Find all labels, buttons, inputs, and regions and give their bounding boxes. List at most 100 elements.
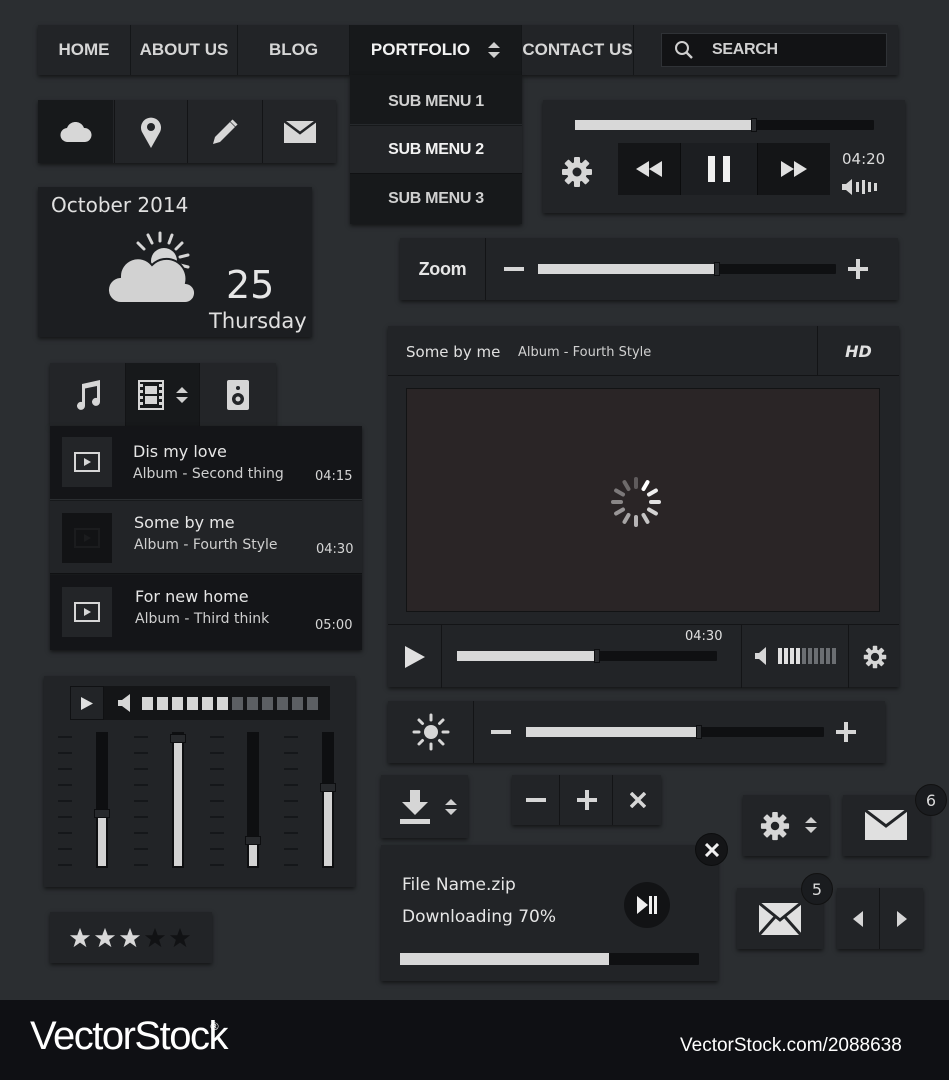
submenu-item-2[interactable]: SUB MENU 2 <box>350 126 522 174</box>
playlist-album: Album - Third think <box>135 611 270 627</box>
nav-blog[interactable]: BLOG <box>238 25 350 75</box>
fader-scale-mark <box>210 752 224 754</box>
volume-segment <box>217 697 228 710</box>
audio-settings-button[interactable] <box>557 152 597 192</box>
fader-handle[interactable] <box>170 733 186 743</box>
mixer-play-button[interactable] <box>70 686 104 720</box>
rewind-button[interactable] <box>618 143 680 195</box>
video-progress-handle[interactable] <box>594 649 601 663</box>
loading-spinner-icon <box>609 475 663 529</box>
download-button[interactable] <box>381 775 468 838</box>
volume-bar <box>790 648 794 664</box>
nav-contact-us[interactable]: CONTACT US <box>522 25 634 75</box>
submenu-item-3[interactable]: SUB MENU 3 <box>350 175 522 223</box>
download-close-button[interactable] <box>695 833 728 866</box>
playlist-item[interactable]: For new home Album - Third think 05:00 <box>50 575 362 650</box>
pause-button[interactable] <box>680 143 758 195</box>
fader-track[interactable] <box>245 732 261 868</box>
skip-button[interactable] <box>624 882 670 928</box>
brightness-slider[interactable] <box>526 725 824 739</box>
fader-scale-mark <box>284 752 298 754</box>
nav-about-us[interactable]: ABOUT US <box>131 25 238 75</box>
zoom-slider-handle[interactable] <box>713 262 720 276</box>
fader-track[interactable] <box>170 732 186 868</box>
tab-video[interactable] <box>125 363 200 426</box>
brightness-button[interactable] <box>388 701 474 763</box>
edit-button[interactable] <box>187 100 261 163</box>
star-icon[interactable] <box>69 927 91 949</box>
watermark-id: VectorStock.com/2088638 <box>680 1035 902 1056</box>
weather-day-number: 25 <box>226 263 275 307</box>
fader-scale-mark <box>58 736 72 738</box>
fader-scale-mark <box>284 832 298 834</box>
brightness-decrease-icon[interactable] <box>491 730 511 734</box>
cloud-button[interactable] <box>38 100 113 163</box>
audio-progress-handle[interactable] <box>751 118 758 132</box>
video-progress-bar[interactable] <box>457 649 717 663</box>
plus-button[interactable] <box>561 775 613 825</box>
mixer-volume-segments[interactable] <box>142 697 322 710</box>
star-icon[interactable] <box>94 927 116 949</box>
tab-speaker[interactable] <box>200 363 276 426</box>
submenu-item-1[interactable]: SUB MENU 1 <box>350 79 522 125</box>
mixer-volume-bar <box>70 686 330 720</box>
brightness-slider-handle[interactable] <box>695 725 702 739</box>
plus-icon <box>576 790 597 810</box>
next-button[interactable] <box>881 888 923 949</box>
volume-segment <box>232 697 243 710</box>
playlist-item[interactable]: Some by me Album - Fourth Style 04:30 <box>50 501 362 574</box>
zoom-out-icon[interactable] <box>504 267 524 271</box>
zoom-in-icon[interactable] <box>848 259 868 279</box>
star-icon[interactable] <box>169 927 191 949</box>
rating-stars[interactable] <box>69 927 195 949</box>
tab-music[interactable] <box>50 363 125 426</box>
fader-scale-mark <box>134 816 148 818</box>
watermark-registered: ® <box>209 1020 220 1033</box>
search-field[interactable]: SEARCH <box>661 33 887 67</box>
video-play-button[interactable] <box>388 625 442 688</box>
fader-scale-mark <box>58 768 72 770</box>
minus-button[interactable] <box>512 775 560 825</box>
video-settings-button[interactable] <box>850 625 899 688</box>
audio-progress-bar[interactable] <box>575 118 874 132</box>
zoom-control: Zoom <box>400 238 898 300</box>
video-volume[interactable] <box>741 625 849 688</box>
star-icon[interactable] <box>144 927 166 949</box>
zoom-slider[interactable] <box>538 262 836 276</box>
star-icon[interactable] <box>119 927 141 949</box>
chevron-left-icon <box>853 910 863 927</box>
fader-scale-mark <box>134 784 148 786</box>
fader-track[interactable] <box>94 732 110 868</box>
settings-dropdown-button[interactable] <box>743 795 829 856</box>
volume-icon[interactable] <box>842 178 880 196</box>
nav-portfolio[interactable]: PORTFOLIO <box>350 25 522 75</box>
previous-button[interactable] <box>837 888 880 949</box>
film-icon <box>137 379 164 410</box>
playlist-item[interactable]: Dis my love Album - Second thing 04:15 <box>50 426 362 500</box>
playlist-title: Some by me <box>134 513 235 532</box>
video-screen[interactable] <box>406 388 880 612</box>
sort-arrows-icon <box>805 817 817 833</box>
close-button[interactable] <box>614 775 661 825</box>
fader-scale-mark <box>210 816 224 818</box>
video-thumb-icon <box>62 437 112 487</box>
mail-button[interactable] <box>262 100 336 163</box>
location-button[interactable] <box>114 100 186 163</box>
playlist: Dis my love Album - Second thing 04:15 S… <box>50 426 362 650</box>
fader-track[interactable] <box>320 732 336 868</box>
video-player: Some by me Album - Fourth Style HD 04:30 <box>388 326 899 688</box>
weather-month: October 2014 <box>51 193 189 217</box>
volume-bar <box>778 648 782 664</box>
fader-handle[interactable] <box>245 835 261 845</box>
sun-cloud-icon <box>108 229 200 305</box>
fader-handle[interactable] <box>94 809 110 819</box>
fast-forward-button[interactable] <box>758 143 830 195</box>
nav-home[interactable]: HOME <box>38 25 131 75</box>
hd-toggle[interactable]: HD <box>817 326 899 376</box>
fader-scale-mark <box>210 800 224 802</box>
fader-handle[interactable] <box>320 782 336 792</box>
brightness-slider-fill <box>526 727 699 737</box>
brightness-increase-icon[interactable] <box>836 722 856 742</box>
close-icon <box>629 792 646 808</box>
fader-fill <box>98 813 106 866</box>
